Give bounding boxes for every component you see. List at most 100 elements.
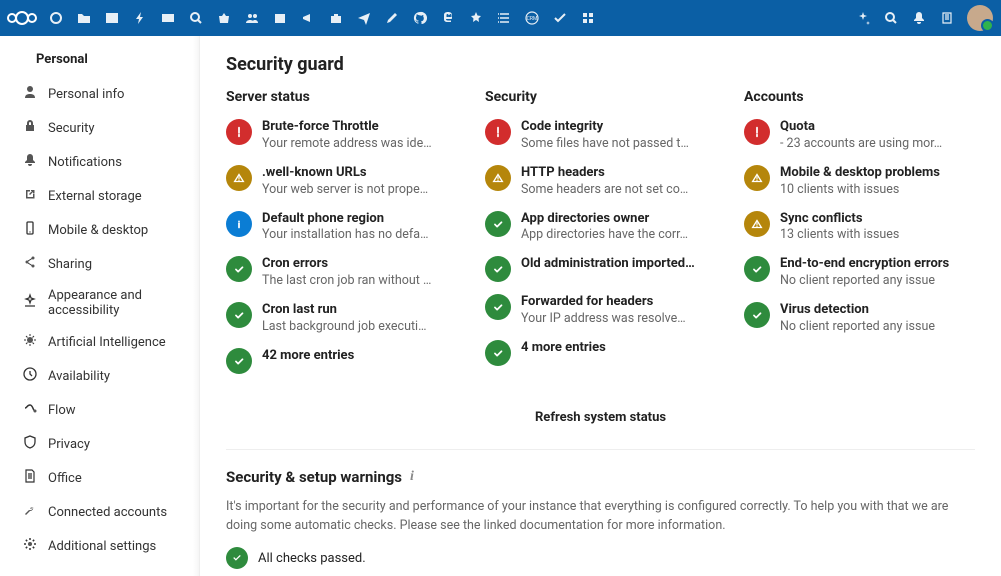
people-icon[interactable] <box>238 4 266 32</box>
status-desc: Your web server is not prope… <box>262 182 457 199</box>
sidebar-item-security[interactable]: Security <box>6 111 193 145</box>
flow-icon <box>22 400 38 420</box>
contacts-icon[interactable] <box>933 4 961 32</box>
bell-icon <box>22 152 38 172</box>
status-item[interactable]: Sync conflicts 13 clients with issues <box>744 211 975 245</box>
status-desc: - 23 accounts are using mor… <box>780 136 975 153</box>
refresh-button[interactable]: Refresh system status <box>226 398 975 443</box>
user-avatar[interactable] <box>967 5 993 31</box>
check-icon <box>226 547 248 569</box>
briefcase-icon[interactable] <box>322 4 350 32</box>
bell-icon[interactable] <box>905 4 933 32</box>
sidebar-item-label: Personal info <box>48 87 124 102</box>
status-item[interactable]: Virus detection No client reported any i… <box>744 302 975 336</box>
crm-icon[interactable]: CRM <box>518 4 546 32</box>
status-item[interactable]: Mobile & desktop problems 10 clients wit… <box>744 165 975 199</box>
status-desc: Last background job executi… <box>262 319 457 336</box>
sidebar-item-office[interactable]: Office <box>6 461 193 495</box>
status-item[interactable]: End-to-end encryption errors No client r… <box>744 256 975 290</box>
sidebar-item-label: Artificial Intelligence <box>48 335 166 350</box>
column-heading: Security <box>485 89 716 105</box>
ai-icon <box>22 332 38 352</box>
github-icon[interactable] <box>406 4 434 32</box>
status-item[interactable]: Cron errors The last cron job ran withou… <box>226 256 457 290</box>
list-icon[interactable] <box>490 4 518 32</box>
sidebar-item-external-storage[interactable]: External storage <box>6 179 193 213</box>
status-item[interactable]: Quota - 23 accounts are using mor… <box>744 119 975 153</box>
status-title: Mobile & desktop problems <box>780 165 975 182</box>
all-checks-passed: All checks passed. <box>226 547 975 569</box>
check-icon[interactable] <box>546 4 574 32</box>
status-item[interactable]: 42 more entries <box>226 348 457 374</box>
basket-icon[interactable] <box>210 4 238 32</box>
grid-icon[interactable] <box>574 4 602 32</box>
pencil-icon[interactable] <box>378 4 406 32</box>
sidebar-item-privacy[interactable]: Privacy <box>6 427 193 461</box>
status-item[interactable]: Old administration imported… <box>485 256 716 282</box>
clock-icon <box>22 366 38 386</box>
ok-icon <box>485 211 511 237</box>
folder-icon[interactable] <box>70 4 98 32</box>
ok-icon <box>226 256 252 282</box>
status-desc: No client reported any issue <box>780 273 975 290</box>
warnings-heading: Security & setup warnings i <box>226 468 975 486</box>
status-desc: No client reported any issue <box>780 319 975 336</box>
sidebar-item-flow[interactable]: Flow <box>6 393 193 427</box>
status-item[interactable]: HTTP headers Some headers are not set co… <box>485 165 716 199</box>
star-badge-icon[interactable] <box>462 4 490 32</box>
error-icon <box>744 119 770 145</box>
status-title: Virus detection <box>780 302 975 319</box>
sparkle-icon[interactable] <box>849 4 877 32</box>
sidebar-item-label: Privacy <box>48 437 90 452</box>
status-desc: The last cron job ran without … <box>262 273 457 290</box>
person-icon <box>22 84 38 104</box>
status-item[interactable]: Code integrity Some files have not passe… <box>485 119 716 153</box>
megaphone-icon[interactable] <box>294 4 322 32</box>
status-title: Brute-force Throttle <box>262 119 457 136</box>
calendar-icon[interactable] <box>266 4 294 32</box>
mastodon-icon[interactable] <box>434 4 462 32</box>
sidebar-item-artificial-intelligence[interactable]: Artificial Intelligence <box>6 325 193 359</box>
status-item[interactable]: .well-known URLs Your web server is not … <box>226 165 457 199</box>
plane-icon[interactable] <box>350 4 378 32</box>
status-title: Default phone region <box>262 211 457 228</box>
info-icon <box>226 211 252 237</box>
status-item[interactable]: App directories owner App directories ha… <box>485 211 716 245</box>
sidebar-item-additional-settings[interactable]: Additional settings <box>6 529 193 563</box>
svg-text:CRM: CRM <box>527 16 538 22</box>
status-item[interactable]: Brute-force Throttle Your remote address… <box>226 119 457 153</box>
ok-icon <box>485 340 511 366</box>
ok-icon <box>485 256 511 282</box>
search-doc-icon[interactable] <box>182 4 210 32</box>
mail-icon[interactable] <box>154 4 182 32</box>
status-desc: Your installation has no defa… <box>262 227 457 244</box>
status-item[interactable]: Forwarded for headers Your IP address wa… <box>485 294 716 328</box>
status-item[interactable]: Default phone region Your installation h… <box>226 211 457 245</box>
bolt-icon[interactable] <box>126 4 154 32</box>
status-column: Server status Brute-force Throttle Your … <box>226 89 457 386</box>
sidebar-item-label: Sharing <box>48 257 92 272</box>
sidebar-item-label: Connected accounts <box>48 505 167 520</box>
image-icon[interactable] <box>98 4 126 32</box>
sidebar-item-connected-accounts[interactable]: Connected accounts <box>6 495 193 529</box>
sidebar-item-appearance-and-accessibility[interactable]: Appearance and accessibility <box>6 281 193 325</box>
status-desc: 13 clients with issues <box>780 227 975 244</box>
sidebar-item-sharing[interactable]: Sharing <box>6 247 193 281</box>
sidebar-item-label: Notifications <box>48 155 122 170</box>
app-logo[interactable] <box>8 11 36 25</box>
info-icon[interactable]: i <box>410 469 414 485</box>
status-item[interactable]: 4 more entries <box>485 340 716 366</box>
ok-icon <box>226 348 252 374</box>
warnings-intro: It's important for the security and perf… <box>226 498 975 536</box>
sidebar-item-personal-info[interactable]: Personal info <box>6 77 193 111</box>
status-desc: 10 clients with issues <box>780 182 975 199</box>
sidebar-item-mobile-desktop[interactable]: Mobile & desktop <box>6 213 193 247</box>
doc-icon <box>22 468 38 488</box>
status-item[interactable]: Cron last run Last background job execut… <box>226 302 457 336</box>
status-title: Code integrity <box>521 119 716 136</box>
search-icon[interactable] <box>877 4 905 32</box>
sidebar-item-availability[interactable]: Availability <box>6 359 193 393</box>
sidebar-item-notifications[interactable]: Notifications <box>6 145 193 179</box>
status-desc: Some files have not passed t… <box>521 136 716 153</box>
circle-icon[interactable] <box>42 4 70 32</box>
